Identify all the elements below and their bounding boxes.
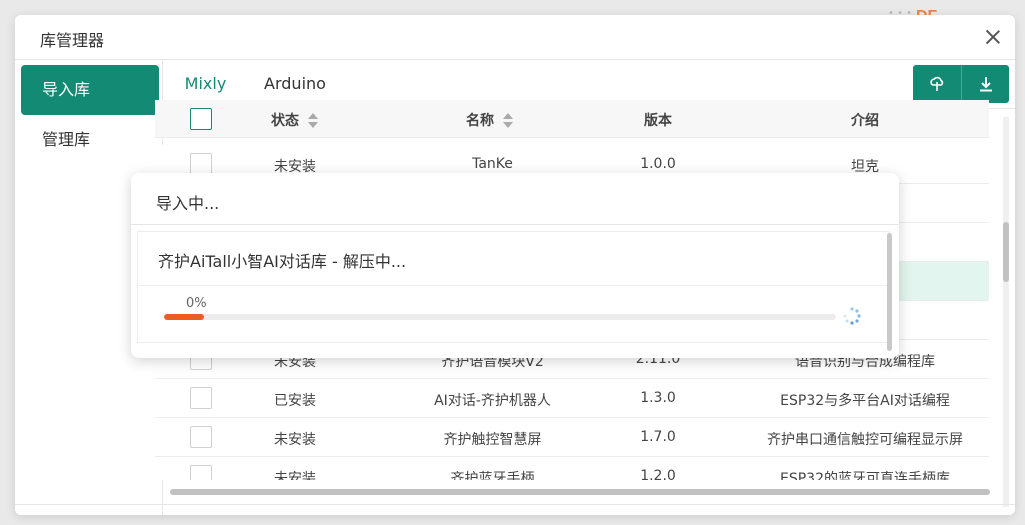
select-all-checkbox[interactable]	[190, 108, 212, 130]
cell-name: 齐护蓝牙手柄	[450, 471, 535, 480]
cell-status: 未安装	[274, 432, 316, 448]
cell-version: 1.0.0	[640, 156, 676, 172]
scrollbar-thumb[interactable]	[1003, 222, 1009, 282]
progress-bar	[164, 314, 836, 320]
column-header-name[interactable]: 名称	[435, 110, 545, 130]
loading-spinner-icon	[843, 307, 861, 325]
table-header: 状态 名称 版本 介绍	[155, 100, 989, 138]
dialog-header: 库管理器	[15, 15, 1015, 60]
download-button[interactable]	[961, 65, 1009, 103]
cell-intro: ESP32与多平台AI对话编程	[780, 393, 950, 409]
row-checkbox[interactable]	[190, 426, 212, 448]
column-header-intro: 介绍	[851, 113, 879, 129]
progress-dialog-title: 导入中...	[156, 194, 220, 213]
row-checkbox[interactable]	[190, 387, 212, 409]
sidebar-item-label: 管理库	[42, 130, 91, 149]
row-checkbox[interactable]	[190, 153, 212, 175]
cell-version: 1.3.0	[640, 390, 676, 406]
cell-status: 已安装	[274, 393, 316, 409]
table-vertical-scrollbar[interactable]	[1003, 117, 1009, 507]
sidebar-item-manage-library[interactable]: 管理库	[21, 115, 159, 165]
divider	[138, 285, 888, 286]
import-progress-dialog: 导入中... 齐护AiTall小智AI对话库 - 解压中... 0%	[131, 173, 899, 358]
progress-message: 齐护AiTall小智AI对话库 - 解压中...	[158, 252, 407, 271]
progress-percent-label: 0%	[186, 296, 207, 311]
sort-icon[interactable]	[502, 113, 514, 129]
divider	[131, 224, 899, 225]
cell-status: 未安装	[274, 471, 316, 480]
cell-intro: ESP32的蓝牙可直连手柄库	[780, 471, 950, 480]
table-horizontal-scrollbar[interactable]	[170, 489, 990, 495]
cloud-button[interactable]	[913, 65, 961, 103]
column-header-status[interactable]: 状态	[245, 110, 345, 130]
cell-name: TanKe	[472, 156, 513, 172]
column-header-version: 版本	[644, 113, 672, 129]
progress-dialog-scrollbar[interactable]	[887, 233, 892, 351]
table-row[interactable]: 未安装 齐护触控智慧屏 1.7.0 齐护串口通信触控可编程显示屏	[155, 418, 989, 457]
dialog-title: 库管理器	[40, 31, 105, 50]
cell-name: 齐护触控智慧屏	[443, 432, 542, 448]
close-icon[interactable]	[985, 29, 1001, 45]
cloud-icon	[930, 76, 944, 91]
table-row[interactable]: 已安装 AI对话-齐护机器人 1.3.0 ESP32与多平台AI对话编程	[155, 379, 989, 418]
row-checkbox[interactable]	[190, 465, 212, 480]
sidebar-item-import-library[interactable]: 导入库	[21, 65, 159, 115]
table-row[interactable]: 未安装 齐护蓝牙手柄 1.2.0 ESP32的蓝牙可直连手柄库	[155, 457, 989, 480]
cell-name: AI对话-齐护机器人	[434, 393, 551, 409]
toolbar-button-group	[913, 65, 1009, 103]
progress-card: 齐护AiTall小智AI对话库 - 解压中... 0%	[137, 231, 889, 343]
cell-version: 1.2.0	[640, 468, 676, 480]
cell-version: 1.7.0	[640, 429, 676, 445]
divider	[15, 504, 1015, 505]
download-icon	[979, 77, 992, 92]
sort-icon[interactable]	[307, 113, 319, 129]
progress-bar-fill	[164, 314, 205, 320]
cell-intro: 齐护串口通信触控可编程显示屏	[767, 432, 963, 448]
sidebar-item-label: 导入库	[42, 80, 91, 99]
